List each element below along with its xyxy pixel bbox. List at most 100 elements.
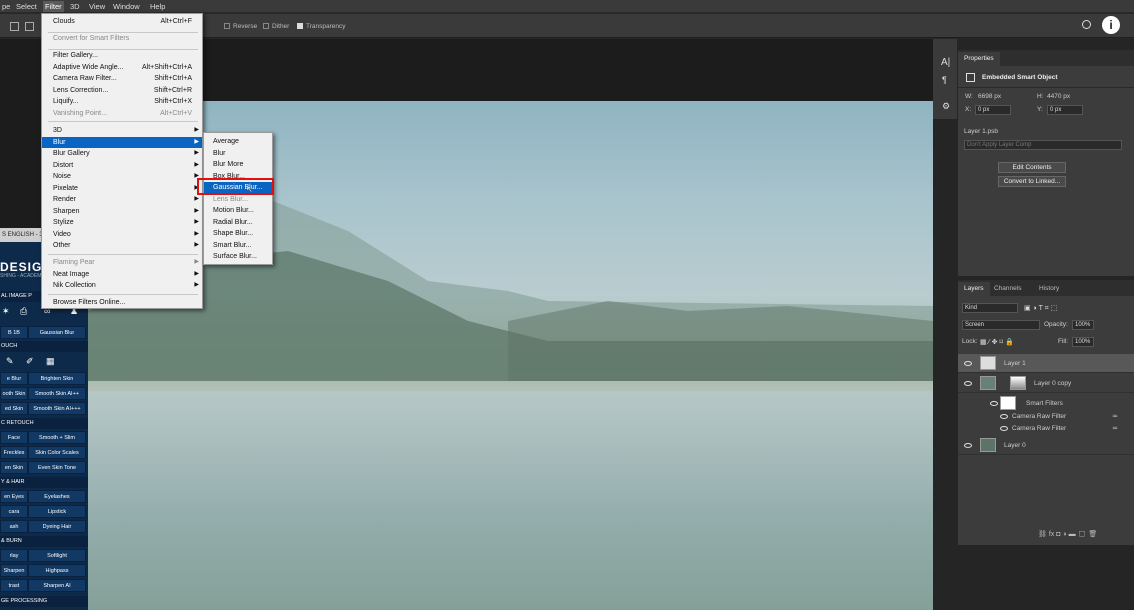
menu-item-video[interactable]: Video ▶ [42,229,202,240]
plugin-btn[interactable]: Face [0,431,28,444]
visibility-eye-icon[interactable] [990,401,998,406]
menu-item-pixelate[interactable]: Pixelate ▶ [42,183,202,194]
plugin-btn[interactable]: Sharpen [0,564,28,577]
menu-item-distort[interactable]: Distort ▶ [42,160,202,171]
info-icon[interactable]: i [1102,16,1120,34]
character-icon[interactable]: A| [941,57,950,68]
plugin-btn[interactable]: e Blur [0,372,28,385]
blend-mode-select[interactable]: Screen [962,320,1040,330]
menu-window[interactable]: Window [111,1,142,12]
tab-layers[interactable]: Layers [958,282,990,296]
menu-item-3d[interactable]: 3D ▶ [42,125,202,136]
opacity-field[interactable]: 100% [1072,320,1094,330]
plugin-btn[interactable]: Highpass [28,564,86,577]
submenu-item-smart-blur[interactable]: Smart Blur... [204,240,272,251]
submenu-item-average[interactable]: Average [204,136,272,147]
plugin-btn[interactable]: Eyelashes [28,490,86,503]
menu-item-convert-smart-filters[interactable]: Convert for Smart Filters [42,33,202,44]
plugin-btn[interactable]: ed Skin [0,402,28,415]
dither-checkbox[interactable]: Dither [263,23,289,31]
menu-filter[interactable]: Filter [43,1,64,12]
plugin-btn[interactable]: Lipstick [28,505,86,518]
menu-item-browse-filters-online[interactable]: Browse Filters Online... [42,297,202,308]
filter-row-camera-raw[interactable]: Camera Raw Filter ≂ [958,411,1134,423]
plugin-btn[interactable]: cara [0,505,28,518]
visibility-eye-icon[interactable] [964,381,972,386]
new-doc-icon[interactable] [10,22,19,31]
menu-item-flaming-pear[interactable]: Flaming Pear ▶ [42,257,202,268]
submenu-item-shape-blur[interactable]: Shape Blur... [204,228,272,239]
layers-footer-icons[interactable]: ⛓ fx ◘ ◑ ▬ ◻ 🗑 [1038,530,1097,538]
layer-row-layer-1[interactable]: Layer 1 [958,354,1134,373]
menu-item-liquify[interactable]: Liquify... Shift+Ctrl+X [42,96,202,107]
paragraph-icon[interactable]: ¶ [942,75,947,85]
lock-icons[interactable]: ▦ ⁄ ✥ ⌑ 🔒 [980,338,1014,346]
pen-icon[interactable]: ✐ [26,356,34,367]
save-icon[interactable] [25,22,34,31]
filter-row-camera-raw[interactable]: Camera Raw Filter ≂ [958,423,1134,435]
visibility-eye-icon[interactable] [964,443,972,448]
menu-help[interactable]: Help [148,1,167,12]
submenu-item-lens-blur[interactable]: Lens Blur... [204,194,272,205]
plugin-btn[interactable]: Sharpen AI [28,579,86,592]
plugin-btn[interactable]: Brighten Skin [28,372,86,385]
stamp-icon[interactable]: ⎙ [20,306,27,317]
adjust-icon[interactable]: ⚙ [942,101,950,112]
submenu-item-motion-blur[interactable]: Motion Blur... [204,205,272,216]
filter-options-icon[interactable]: ≂ [1112,424,1118,432]
plugin-btn-b1b[interactable]: B 1B [0,326,28,339]
plugin-btn[interactable]: Even Skin Tone [28,461,86,474]
menu-3d[interactable]: 3D [68,1,82,12]
brush-icon[interactable]: ✎ [6,356,14,367]
menu-select[interactable]: Select [14,1,39,12]
menu-item-nik-collection[interactable]: Nik Collection ▶ [42,280,202,291]
menu-item-camera-raw-filter[interactable]: Camera Raw Filter... Shift+Ctrl+A [42,73,202,84]
submenu-item-surface-blur[interactable]: Surface Blur... [204,251,272,262]
plugin-btn[interactable]: Skin Color Scales [28,446,86,459]
plugin-btn[interactable]: ash [0,520,28,533]
menu-item-blur[interactable]: Blur ▶ [42,136,202,148]
plugin-btn[interactable]: en Eyes [0,490,28,503]
plugin-btn[interactable]: Softlight [28,549,86,562]
menu-item-blur-gallery[interactable]: Blur Gallery ▶ [42,148,202,159]
submenu-item-blur-more[interactable]: Blur More [204,159,272,170]
submenu-item-radial-blur[interactable]: Radial Blur... [204,217,272,228]
plugin-btn[interactable]: trast [0,579,28,592]
tab-history[interactable]: History [1033,282,1065,296]
x-field[interactable]: 0 px [975,105,1011,115]
submenu-item-blur[interactable]: Blur [204,148,272,159]
menu-item-stylize[interactable]: Stylize ▶ [42,217,202,228]
layer-comp-select[interactable]: Don't Apply Layer Comp [964,140,1122,150]
menu-item-render[interactable]: Render ▶ [42,194,202,205]
menu-item-neat-image[interactable]: Neat Image ▶ [42,269,202,280]
y-field[interactable]: 0 px [1047,105,1083,115]
layer-row-layer-0-copy[interactable]: Layer 0 copy [958,374,1134,393]
plugin-btn-gaussian-blur[interactable]: Gaussian Blur [28,326,86,339]
layer-row-layer-0[interactable]: Layer 0 [958,436,1134,455]
menu-view[interactable]: View [87,1,107,12]
sparkle-icon[interactable]: ✶ [2,306,10,317]
menu-item-clouds[interactable]: Clouds Alt+Ctrl+F [42,16,202,27]
menu-item-sharpen[interactable]: Sharpen ▶ [42,206,202,217]
visibility-eye-icon[interactable] [1000,426,1008,431]
plugin-btn[interactable]: rlay [0,549,28,562]
menu-item-noise[interactable]: Noise ▶ [42,171,202,182]
plugin-btn[interactable]: Smooth Skin AI+++ [28,402,86,415]
plugin-btn[interactable]: Smooth Skin AI++ [28,387,86,400]
reverse-checkbox[interactable]: Reverse [224,23,257,31]
visibility-eye-icon[interactable] [964,361,972,366]
menu-item-filter-gallery[interactable]: Filter Gallery... [42,50,202,61]
plugin-btn[interactable]: ooth Skin [0,387,28,400]
menu-item-vanishing-point[interactable]: Vanishing Point... Alt+Ctrl+V [42,108,202,119]
tab-properties[interactable]: Properties [958,52,1000,66]
plugin-btn[interactable]: Freckles [0,446,28,459]
menu-type-partial[interactable]: pe [0,1,12,12]
edit-contents-button[interactable]: Edit Contents [998,162,1066,173]
menu-item-adaptive-wide-angle[interactable]: Adaptive Wide Angle... Alt+Shift+Ctrl+A [42,62,202,73]
plugin-btn[interactable]: Smooth + Slim [28,431,86,444]
plugin-btn[interactable]: Dyeing Hair [28,520,86,533]
menu-item-lens-correction[interactable]: Lens Correction... Shift+Ctrl+R [42,85,202,96]
filter-pixel-icon[interactable]: ▣ ◑ T ⌗ ⬚ [1024,304,1057,313]
plugin-btn[interactable]: en Skin [0,461,28,474]
layer-kind-filter[interactable]: Kind [962,303,1018,313]
